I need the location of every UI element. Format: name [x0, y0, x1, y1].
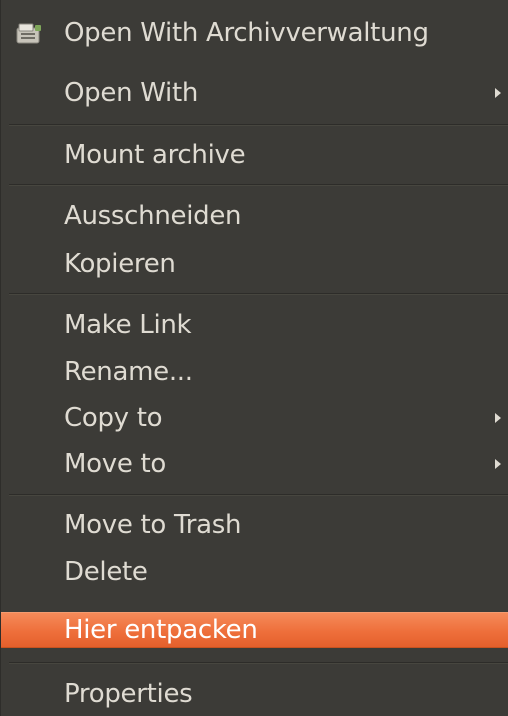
menu-item-label: Copy to [64, 403, 163, 433]
menu-item-open-with[interactable]: Open With [1, 76, 508, 110]
submenu-arrow-icon [495, 459, 501, 469]
menu-item-label: Move to Trash [64, 510, 242, 540]
submenu-arrow-icon [495, 88, 501, 98]
menu-item-hier-entpacken[interactable]: Hier entpacken [1, 612, 508, 648]
menu-item-label: Make Link [64, 310, 192, 340]
menu-item-open-with-archivverwaltung[interactable]: Open With Archivverwaltung [1, 16, 508, 50]
menu-separator [9, 184, 508, 186]
menu-item-label: Rename... [64, 357, 193, 387]
menu-item-make-link[interactable]: Make Link [1, 308, 508, 342]
menu-item-kopieren[interactable]: Kopieren [1, 247, 508, 281]
menu-item-label: Hier entpacken [64, 615, 258, 645]
menu-item-label: Delete [64, 557, 148, 587]
context-menu: Open With Archivverwaltung Open With Mou… [0, 0, 508, 716]
menu-item-label: Open With Archivverwaltung [64, 18, 429, 48]
menu-item-mount-archive[interactable]: Mount archive [1, 138, 508, 172]
menu-item-delete[interactable]: Delete [1, 555, 508, 589]
archive-manager-icon [16, 23, 41, 44]
menu-separator [9, 662, 508, 664]
menu-item-rename[interactable]: Rename... [1, 355, 508, 389]
menu-item-label: Kopieren [64, 249, 176, 279]
menu-item-label: Ausschneiden [64, 201, 242, 231]
submenu-arrow-icon [495, 413, 501, 423]
menu-item-move-to-trash[interactable]: Move to Trash [1, 508, 508, 542]
menu-item-properties[interactable]: Properties [1, 677, 508, 711]
menu-item-label: Mount archive [64, 140, 246, 170]
menu-separator [9, 293, 508, 295]
menu-item-label: Move to [64, 449, 166, 479]
menu-separator [9, 494, 508, 496]
menu-item-copy-to[interactable]: Copy to [1, 401, 508, 435]
menu-item-move-to[interactable]: Move to [1, 447, 508, 481]
menu-item-label: Open With [64, 78, 199, 108]
menu-item-label: Properties [64, 679, 193, 709]
menu-separator [9, 124, 508, 126]
menu-item-ausschneiden[interactable]: Ausschneiden [1, 199, 508, 233]
